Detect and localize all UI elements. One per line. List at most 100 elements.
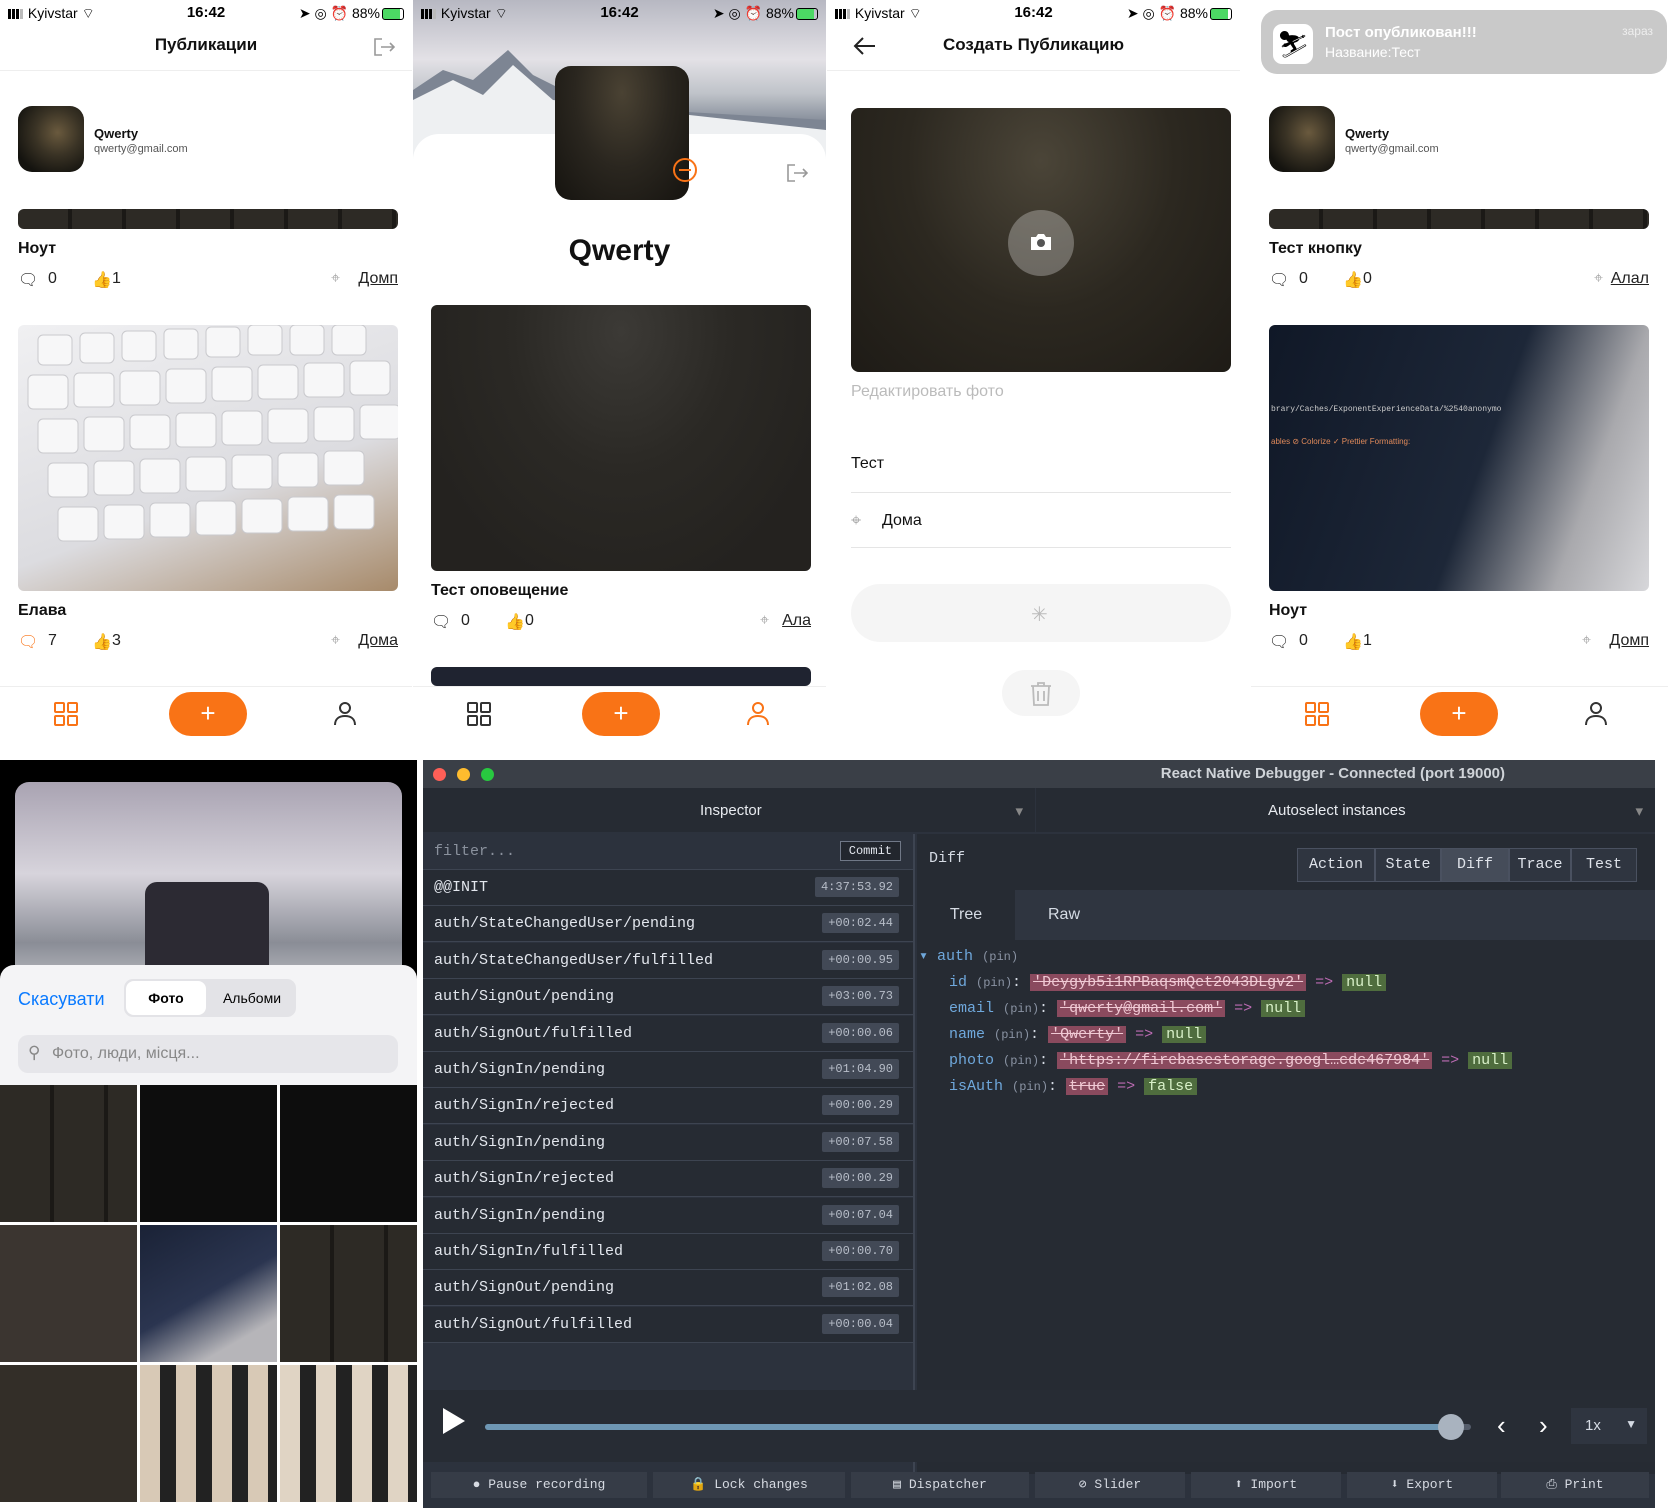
diff-row[interactable]: email (pin): 'qwerty@gmail.com' => null (949, 998, 1306, 1020)
diff-root[interactable]: ▾ auth (pin) (919, 946, 1018, 968)
diff-row[interactable]: isAuth (pin): true => false (949, 1076, 1198, 1098)
like-icon[interactable]: 👍 (92, 632, 112, 652)
diff-row[interactable]: photo (pin): 'https://firebasestorage.go… (949, 1050, 1513, 1072)
add-post-button[interactable]: + (582, 692, 660, 736)
commit-button[interactable]: Commit (839, 841, 901, 861)
edit-photo-label[interactable]: Редактировать фото (851, 383, 1004, 401)
action-row[interactable]: @@INIT 4:37:53.92 (423, 870, 913, 906)
slider-button[interactable]: ⊘ Slider (1035, 1472, 1185, 1498)
autoselect-header[interactable]: Autoselect instances ▾ (1036, 788, 1655, 832)
import-button[interactable]: ⬆ Import (1191, 1472, 1341, 1498)
action-row[interactable]: auth/SignIn/rejected +00:00.29 (423, 1088, 913, 1125)
user-icon[interactable] (745, 700, 771, 726)
publish-button[interactable]: ✳ (851, 584, 1231, 642)
post-image[interactable]: brary/Caches/ExponentExperienceData/%254… (1269, 325, 1649, 591)
logout-icon[interactable] (786, 164, 808, 182)
post-name-field[interactable]: Тест (851, 455, 1231, 493)
action-row[interactable]: auth/StateChangedUser/fulfilled +00:00.95 (423, 942, 913, 979)
action-row[interactable]: auth/SignIn/pending +01:04.90 (423, 1052, 913, 1088)
timeline-handle[interactable] (1438, 1414, 1465, 1440)
lock-changes-button[interactable]: 🔒 Lock changes (653, 1472, 845, 1498)
search-field[interactable]: ⚲ Фото, люди, місця... (18, 1035, 398, 1073)
photo-thumb[interactable] (0, 1365, 137, 1502)
camera-button[interactable] (1008, 210, 1074, 276)
dispatcher-button[interactable]: ▤ Dispatcher (851, 1472, 1029, 1498)
photo-thumb[interactable] (280, 1225, 417, 1362)
photo-thumb[interactable] (280, 1365, 417, 1502)
print-button[interactable]: ⎙ Print (1501, 1472, 1649, 1498)
comment-icon[interactable]: 🗨 (1269, 270, 1289, 290)
location-link[interactable]: Домп (1609, 632, 1649, 650)
close-window-button[interactable] (433, 768, 446, 781)
logout-icon[interactable] (373, 38, 395, 56)
tab-trace[interactable]: Trace (1509, 848, 1571, 882)
diff-row[interactable]: name (pin): 'Qwerty' => null (949, 1024, 1207, 1046)
comment-icon[interactable]: 🗨 (18, 632, 38, 652)
action-row[interactable]: auth/SignIn/rejected +00:00.29 (423, 1161, 913, 1198)
action-row[interactable]: auth/SignIn/pending +00:07.04 (423, 1197, 913, 1234)
delete-button[interactable] (1002, 670, 1080, 716)
speed-select[interactable]: 1x ▼ (1571, 1408, 1647, 1444)
grid-icon[interactable] (467, 702, 491, 726)
location-field[interactable]: ⌖ Дома (851, 508, 1231, 548)
notification-banner[interactable]: ⛷ Пост опубликован!!! Название:Тест зара… (1261, 10, 1667, 74)
action-row[interactable]: auth/SignOut/fulfilled +00:00.04 (423, 1306, 913, 1343)
diff-row[interactable]: id (pin): 'Deygyb5i1RPBaqsmQet2043DLgv2'… (949, 972, 1387, 994)
grid-icon[interactable] (54, 702, 78, 726)
step-back-icon[interactable]: ‹ (1497, 1410, 1506, 1441)
tab-state[interactable]: State (1375, 848, 1441, 882)
location-link[interactable]: Домп (358, 270, 398, 288)
inspector-header[interactable]: Inspector ▾ (423, 788, 1035, 832)
like-icon[interactable]: 👍 (505, 612, 525, 632)
like-icon[interactable]: 👍 (1343, 270, 1363, 290)
user-icon[interactable] (332, 700, 358, 726)
photo-thumb[interactable] (140, 1225, 277, 1362)
post-image[interactable] (431, 667, 811, 686)
location-link[interactable]: Дома (358, 632, 398, 650)
tab-action[interactable]: Action (1297, 848, 1375, 882)
photo-thumb[interactable] (140, 1085, 277, 1222)
action-row[interactable]: auth/SignIn/fulfilled +00:00.70 (423, 1234, 913, 1270)
tab-test[interactable]: Test (1571, 848, 1637, 882)
location-link[interactable]: Ала (782, 612, 811, 630)
pause-recording-button[interactable]: ● Pause recording (431, 1472, 647, 1498)
photo-thumb[interactable] (0, 1225, 137, 1362)
photo-thumb[interactable] (280, 1085, 417, 1222)
user-icon[interactable] (1583, 700, 1609, 726)
action-row[interactable]: auth/SignOut/pending +03:00.73 (423, 979, 913, 1016)
like-icon[interactable]: 👍 (1343, 632, 1363, 652)
add-post-button[interactable]: + (1420, 692, 1498, 736)
action-row[interactable]: auth/SignIn/pending +00:07.58 (423, 1124, 913, 1161)
tab-photo[interactable]: Фото (126, 981, 206, 1015)
action-row[interactable]: auth/StateChangedUser/pending +00:02.44 (423, 906, 913, 943)
maximize-window-button[interactable] (481, 768, 494, 781)
add-post-button[interactable]: + (169, 692, 247, 736)
cancel-button[interactable]: Скасувати (18, 989, 105, 1010)
tab-albums[interactable]: Альбоми (210, 981, 294, 1015)
comment-icon[interactable]: 🗨 (18, 270, 38, 290)
action-row[interactable]: auth/SignOut/fulfilled +00:00.06 (423, 1015, 913, 1052)
tab-raw[interactable]: Raw (1015, 890, 1113, 940)
timeline-track[interactable] (485, 1414, 1471, 1440)
post-title: Ноут (18, 240, 57, 257)
comment-icon[interactable]: 🗨 (431, 612, 451, 632)
post-image[interactable] (431, 305, 811, 571)
action-row[interactable]: auth/SignOut/pending +01:02.08 (423, 1270, 913, 1307)
post-image[interactable] (1269, 209, 1649, 229)
like-icon[interactable]: 👍 (92, 270, 112, 290)
photo-thumb[interactable] (140, 1365, 277, 1502)
grid-icon[interactable] (1305, 702, 1329, 726)
export-button[interactable]: ⬇ Export (1347, 1472, 1497, 1498)
location-link[interactable]: Алал (1611, 270, 1649, 288)
filter-input[interactable]: filter... (434, 843, 515, 860)
post-image[interactable] (18, 325, 398, 591)
post-image[interactable] (18, 209, 398, 229)
minimize-window-button[interactable] (457, 768, 470, 781)
play-icon[interactable] (443, 1408, 465, 1434)
step-forward-icon[interactable]: › (1539, 1410, 1548, 1441)
comment-icon[interactable]: 🗨 (1269, 632, 1289, 652)
tab-diff[interactable]: Diff (1441, 848, 1509, 882)
tab-tree[interactable]: Tree (917, 890, 1015, 940)
photo-thumb[interactable] (0, 1085, 137, 1222)
remove-avatar-icon[interactable] (672, 157, 698, 183)
